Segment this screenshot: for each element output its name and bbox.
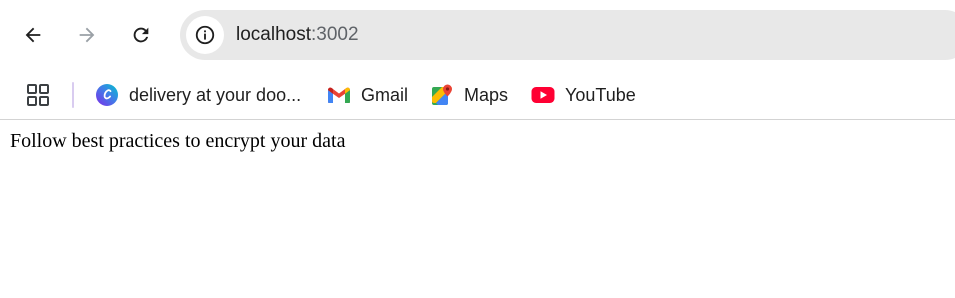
bookmark-delivery[interactable]: delivery at your doo... bbox=[95, 78, 301, 112]
arrow-right-icon bbox=[79, 27, 95, 43]
forward-button[interactable] bbox=[70, 18, 104, 52]
bookmark-maps[interactable]: Maps bbox=[430, 78, 508, 112]
apps-button[interactable] bbox=[26, 83, 50, 107]
back-button[interactable] bbox=[16, 18, 50, 52]
url-port: :3002 bbox=[311, 24, 359, 45]
bookmarks-bar: delivery at your doo... Gmail Maps YouTu… bbox=[0, 70, 955, 120]
bookmark-label: YouTube bbox=[565, 84, 636, 105]
info-icon bbox=[195, 25, 215, 45]
url-host: localhost bbox=[236, 24, 311, 45]
browser-toolbar: localhost:3002 bbox=[0, 0, 955, 70]
grid-icon bbox=[27, 84, 49, 106]
bookmark-gmail[interactable]: Gmail bbox=[327, 78, 408, 112]
bookmark-label: Maps bbox=[464, 84, 509, 105]
address-bar[interactable]: localhost:3002 bbox=[180, 10, 955, 60]
browser-window: localhost:3002 delivery at your doo... G… bbox=[0, 0, 955, 120]
reload-button[interactable] bbox=[124, 18, 158, 52]
gmail-icon bbox=[327, 83, 351, 107]
bookmark-label: delivery at your doo... bbox=[129, 84, 302, 105]
youtube-icon bbox=[531, 83, 555, 107]
site-info-button[interactable] bbox=[186, 16, 224, 54]
url-text[interactable]: localhost:3002 bbox=[236, 24, 359, 46]
arrow-left-icon bbox=[25, 27, 41, 43]
maps-icon bbox=[430, 83, 454, 107]
page-text: Follow best practices to encrypt your da… bbox=[10, 130, 346, 152]
canva-icon bbox=[95, 83, 119, 107]
bookmarks-separator bbox=[72, 82, 74, 108]
bookmark-youtube[interactable]: YouTube bbox=[531, 78, 636, 112]
reload-icon bbox=[133, 27, 149, 43]
bookmark-label: Gmail bbox=[361, 84, 409, 105]
page-content: Follow best practices to encrypt your da… bbox=[0, 120, 955, 163]
